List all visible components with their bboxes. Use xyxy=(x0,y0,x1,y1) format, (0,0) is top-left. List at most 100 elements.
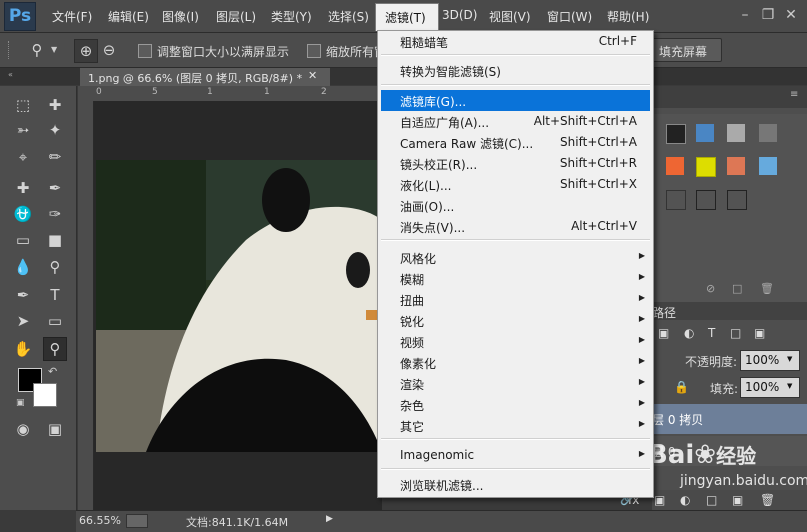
menu-image[interactable]: 图像(I) xyxy=(162,8,199,25)
delete-layer-icon[interactable]: 🗑 xyxy=(760,493,775,507)
magic-wand-tool-icon[interactable]: ✦ xyxy=(44,119,66,141)
marquee-tool-icon[interactable]: ⬚ xyxy=(12,94,34,116)
zoom-tool-icon[interactable]: ⚲ xyxy=(26,39,48,61)
zoom-tool-active-icon[interactable]: ⚲ xyxy=(43,337,67,361)
style-swatch[interactable] xyxy=(727,124,745,142)
zoom-level[interactable]: 66.55% xyxy=(79,514,121,527)
filter-smart-icon[interactable]: ▣ xyxy=(754,326,765,340)
menu-item-sharpen[interactable]: 锐化 ▶ xyxy=(378,310,653,331)
background-color-swatch[interactable] xyxy=(33,383,57,407)
style-swatch[interactable] xyxy=(696,190,716,210)
resize-windows-checkbox[interactable] xyxy=(138,44,152,58)
menu-item-adaptive-wide-angle[interactable]: 自适应广角(A)... Alt+Shift+Ctrl+A xyxy=(378,111,653,132)
menu-item-vanishing-point[interactable]: 消失点(V)... Alt+Ctrl+V xyxy=(378,216,653,237)
fill-screen-button[interactable]: 填充屏幕 xyxy=(652,38,722,62)
menu-file[interactable]: 文件(F) xyxy=(52,8,92,25)
style-swatch[interactable] xyxy=(696,124,714,142)
close-tab-icon[interactable]: ✕ xyxy=(308,69,317,82)
mask-icon[interactable]: ▣ xyxy=(654,493,665,507)
menu-item-imagenomic[interactable]: Imagenomic ▶ xyxy=(378,445,653,466)
document-tab[interactable]: 1.png @ 66.6% (图层 0 拷贝, RGB/8#) * ✕ xyxy=(80,68,330,86)
zoom-all-checkbox[interactable] xyxy=(307,44,321,58)
quick-mask-icon[interactable]: ◉ xyxy=(12,418,34,440)
collapse-icon[interactable]: « xyxy=(8,70,13,79)
eraser-tool-icon[interactable]: ▭ xyxy=(12,229,34,251)
style-swatch[interactable] xyxy=(727,190,747,210)
menu-window[interactable]: 窗口(W) xyxy=(547,8,592,25)
menu-item-filter-gallery[interactable]: 滤镜库(G)... xyxy=(381,90,650,111)
menu-select[interactable]: 选择(S) xyxy=(328,8,369,25)
menu-item-noise[interactable]: 杂色 ▶ xyxy=(378,394,653,415)
menu-view[interactable]: 视图(V) xyxy=(489,8,531,25)
style-swatch[interactable] xyxy=(759,124,777,142)
menu-item-pixelate[interactable]: 像素化 ▶ xyxy=(378,352,653,373)
menu-filter[interactable]: 滤镜(T) xyxy=(375,3,439,31)
style-swatch[interactable] xyxy=(759,157,777,175)
zoom-out-icon[interactable]: ⊖ xyxy=(98,39,120,61)
menu-item-camera-raw[interactable]: Camera Raw 滤镜(C)... Shift+Ctrl+A xyxy=(378,132,653,153)
menu-item-other[interactable]: 其它 ▶ xyxy=(378,415,653,436)
lock-icon[interactable]: 🔒 xyxy=(674,380,689,394)
style-swatch[interactable] xyxy=(696,157,716,177)
new-layer-icon[interactable]: ▣ xyxy=(732,493,743,507)
path-selection-tool-icon[interactable]: ➤ xyxy=(12,310,34,332)
style-swatch[interactable] xyxy=(666,157,684,175)
document-image-panda[interactable] xyxy=(96,160,382,452)
fill-input[interactable]: 100% ▼ xyxy=(740,377,800,398)
type-tool-icon[interactable]: T xyxy=(44,284,66,306)
menu-item-distort[interactable]: 扭曲 ▶ xyxy=(378,289,653,310)
minimize-icon[interactable]: – xyxy=(734,4,756,26)
panel-menu-icon[interactable]: ≡ xyxy=(790,89,798,100)
eyedropper-tool-icon[interactable]: ✏ xyxy=(44,146,66,168)
filter-image-icon[interactable]: ▣ xyxy=(658,326,669,340)
clone-stamp-tool-icon[interactable]: ⛎ xyxy=(12,203,34,225)
adjustment-icon[interactable]: ◐ xyxy=(680,493,690,507)
style-swatch[interactable] xyxy=(666,190,686,210)
tab-paths[interactable]: 路径 xyxy=(652,304,676,321)
restore-icon[interactable]: ❐ xyxy=(757,4,779,26)
zoom-in-icon[interactable]: ⊕ xyxy=(74,39,98,63)
menu-item-blur[interactable]: 模糊 ▶ xyxy=(378,268,653,289)
brush-tool-icon[interactable]: ✒ xyxy=(44,177,66,199)
menu-item-browse-online-filters[interactable]: 浏览联机滤镜... xyxy=(378,474,653,495)
menu-item-liquify[interactable]: 液化(L)... Shift+Ctrl+X xyxy=(378,174,653,195)
status-menu-arrow-icon[interactable]: ▶ xyxy=(326,514,333,524)
hand-tool-icon[interactable]: ✋ xyxy=(12,338,34,360)
crop-tool-icon[interactable]: ⌖ xyxy=(12,146,34,168)
filter-type-icon[interactable]: T xyxy=(708,326,715,340)
lasso-tool-icon[interactable]: ➳ xyxy=(12,119,34,141)
group-icon[interactable]: □ xyxy=(706,493,717,507)
close-icon[interactable]: ✕ xyxy=(780,4,802,26)
style-swatch[interactable] xyxy=(666,124,686,144)
menu-item-stylize[interactable]: 风格化 ▶ xyxy=(378,247,653,268)
menu-item-convert-smart-filter[interactable]: 转换为智能滤镜(S) xyxy=(378,60,653,81)
rectangle-tool-icon[interactable]: ▭ xyxy=(44,310,66,332)
chevron-down-icon[interactable]: ▼ xyxy=(51,45,57,54)
no-style-icon[interactable]: ⊘ xyxy=(706,282,715,295)
style-swatch[interactable] xyxy=(727,157,745,175)
history-brush-tool-icon[interactable]: ✑ xyxy=(44,203,66,225)
menu-item-render[interactable]: 渲染 ▶ xyxy=(378,373,653,394)
menu-help[interactable]: 帮助(H) xyxy=(607,8,649,25)
menu-item-oil-paint[interactable]: 油画(O)... xyxy=(378,195,653,216)
menu-edit[interactable]: 编辑(E) xyxy=(108,8,149,25)
move-tool-icon[interactable]: ✚ xyxy=(44,94,66,116)
healing-brush-tool-icon[interactable]: ✚ xyxy=(12,177,34,199)
menu-item-lens-correction[interactable]: 镜头校正(R)... Shift+Ctrl+R xyxy=(378,153,653,174)
filter-shape-icon[interactable]: □ xyxy=(730,326,741,340)
default-colors-icon[interactable]: ▣ xyxy=(16,398,25,408)
new-style-icon[interactable]: □ xyxy=(732,282,742,295)
opacity-input[interactable]: 100% ▼ xyxy=(740,350,800,371)
layer-row-active[interactable]: 层 0 拷贝 xyxy=(652,404,807,434)
delete-style-icon[interactable]: 🗑 xyxy=(760,282,774,295)
chevron-down-icon[interactable]: ▼ xyxy=(787,355,792,363)
menu-type[interactable]: 类型(Y) xyxy=(271,8,312,25)
pen-tool-icon[interactable]: ✒ xyxy=(12,284,34,306)
menu-item-rough-pastels[interactable]: 粗糙蜡笔 Ctrl+F xyxy=(378,31,653,52)
filter-adjust-icon[interactable]: ◐ xyxy=(684,326,694,340)
swap-colors-icon[interactable]: ↶ xyxy=(48,365,57,378)
blur-tool-icon[interactable]: 💧 xyxy=(12,256,34,278)
menu-layer[interactable]: 图层(L) xyxy=(216,8,256,25)
screen-mode-icon[interactable]: ▣ xyxy=(44,418,66,440)
chevron-down-icon[interactable]: ▼ xyxy=(787,382,792,390)
